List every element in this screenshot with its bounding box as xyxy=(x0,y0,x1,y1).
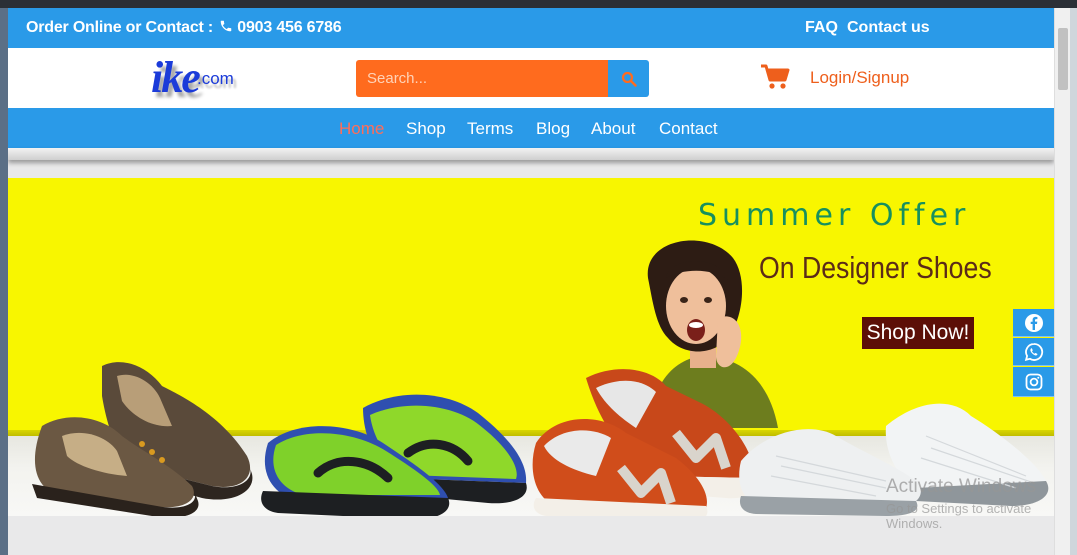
phone-icon xyxy=(221,20,232,32)
main-nav: Home Shop Terms Blog About Contact xyxy=(8,108,1054,148)
orange-sneakers-image xyxy=(532,369,756,516)
search-input[interactable] xyxy=(356,60,608,97)
hero-subtitle: On Designer Shoes xyxy=(759,250,992,285)
social-whatsapp-button[interactable] xyxy=(1013,338,1054,366)
activate-windows-title: Activate Windows xyxy=(886,476,1036,497)
shop-now-button[interactable]: Shop Now! xyxy=(862,317,974,349)
search-icon xyxy=(621,71,637,87)
nav-item-shop[interactable]: Shop xyxy=(406,119,446,139)
running-shoes-image xyxy=(261,394,527,516)
os-titlebar xyxy=(0,0,1077,8)
social-instagram-button[interactable] xyxy=(1013,367,1054,397)
order-text: Order Online or Contact : xyxy=(26,19,214,36)
logo-wordmark: ike xyxy=(151,53,201,102)
nav-item-blog[interactable]: Blog xyxy=(536,119,570,139)
browser-viewport: Order Online or Contact : 0903 456 6786 … xyxy=(8,8,1070,555)
phone-number[interactable]: 0903 456 6786 xyxy=(237,19,341,36)
nav-item-terms[interactable]: Terms xyxy=(467,119,513,139)
logo-suffix: .com xyxy=(197,69,234,88)
facebook-icon xyxy=(1024,313,1043,332)
desktop-background xyxy=(0,8,8,555)
social-facebook-button[interactable] xyxy=(1013,309,1054,337)
faq-link[interactable]: FAQ xyxy=(805,19,838,37)
hero-banner: Summer Offer On Designer Shoes Shop Now! xyxy=(8,178,1054,516)
activate-windows-subtitle: Go to Settings to activate Windows. xyxy=(886,501,1032,531)
page-scrollbar[interactable] xyxy=(1054,8,1070,555)
hiking-shoes-image xyxy=(32,362,253,516)
login-signup-link[interactable]: Login/Signup xyxy=(810,68,909,88)
search-bar xyxy=(356,60,649,97)
desktop-edge xyxy=(1070,8,1077,555)
white-sneakers-image xyxy=(739,403,1049,516)
instagram-icon xyxy=(1025,373,1042,390)
whatsapp-icon xyxy=(1024,342,1043,361)
top-contact-bar: Order Online or Contact : 0903 456 6786 … xyxy=(8,8,1054,48)
order-contact: Order Online or Contact : 0903 456 6786 xyxy=(26,19,342,37)
nav-item-home[interactable]: Home xyxy=(339,119,384,139)
search-button[interactable] xyxy=(608,60,649,97)
contact-us-link[interactable]: Contact us xyxy=(847,19,930,37)
nav-item-about[interactable]: About xyxy=(591,119,635,139)
site-header: ike .com Login/Signup xyxy=(8,48,1054,108)
nav-item-contact[interactable]: Contact xyxy=(659,119,718,139)
nav-shadow-divider xyxy=(8,148,1054,160)
cart-icon[interactable] xyxy=(760,63,790,91)
hero-title: Summer Offer xyxy=(698,198,971,233)
scrollbar-thumb[interactable] xyxy=(1058,28,1068,90)
site-logo[interactable]: ike .com xyxy=(148,52,258,102)
